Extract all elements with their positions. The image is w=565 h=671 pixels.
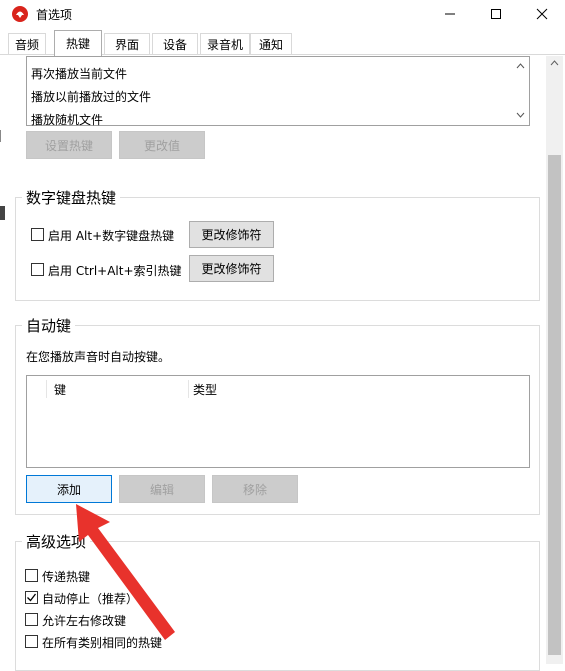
tab-hotkeys[interactable]: 热键 <box>54 30 102 56</box>
annotation-arrow-icon <box>76 504 175 640</box>
